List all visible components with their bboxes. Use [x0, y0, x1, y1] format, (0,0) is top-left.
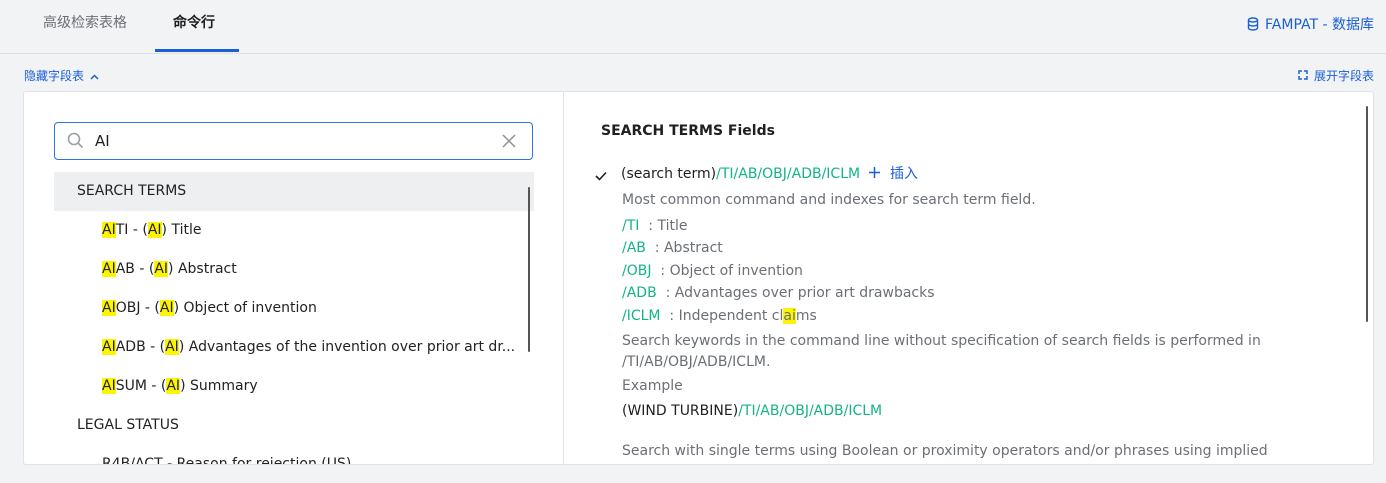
list-item[interactable]: AIOBJ - (AI) Object of invention	[54, 289, 534, 328]
field-description: ) Abstract	[168, 261, 237, 277]
tab-command-line[interactable]: 命令行	[173, 0, 215, 53]
field-definition: /OBJ : Object of invention	[622, 263, 803, 279]
field-list: SEARCH TERMS AITI - (AI) Title AIAB - (A…	[54, 172, 534, 464]
plus-icon	[868, 166, 880, 182]
field-description: ) Object of invention	[173, 300, 317, 316]
field-label: Independent cl	[678, 308, 784, 324]
field-search-input[interactable]	[95, 130, 485, 152]
database-icon	[1247, 17, 1259, 31]
insert-label: 插入	[890, 166, 918, 182]
field-code: /ADB	[622, 285, 657, 301]
separator: :	[645, 240, 664, 256]
list-item[interactable]: AIAB - (AI) Abstract	[54, 250, 534, 289]
list-item[interactable]: AIADB - (AI) Advantages of the invention…	[54, 328, 534, 367]
check-icon	[595, 166, 607, 185]
detail-scrollbar[interactable]	[1366, 106, 1368, 322]
field-detail: SEARCH TERMS Fields (search term)/TI/AB/…	[564, 92, 1373, 464]
detail-title: SEARCH TERMS Fields	[601, 123, 775, 139]
field-code: /AB	[622, 240, 646, 256]
search-icon	[67, 132, 84, 153]
list-scrollbar[interactable]	[528, 187, 530, 352]
match-highlight: ai	[783, 308, 796, 324]
field-label: ms	[795, 308, 817, 324]
detail-more: Search with single terms using Boolean o…	[622, 443, 1268, 459]
list-item[interactable]: AISUM - (AI) Summary	[54, 367, 534, 406]
database-selector[interactable]: FAMPAT - 数据库	[1247, 14, 1374, 34]
detail-intro: Most common command and indexes for sear…	[622, 192, 1036, 208]
field-label: Advantages over prior art drawbacks	[674, 285, 935, 301]
example-prefix: (WIND TURBINE)	[622, 403, 739, 419]
field-description: ) Advantages of the invention over prior…	[178, 339, 516, 355]
separator: :	[660, 308, 679, 324]
field-code: SUM - (	[115, 378, 167, 394]
example-fields: /TI/AB/OBJ/ADB/ICLM	[738, 403, 883, 419]
separator: :	[656, 285, 675, 301]
group-search-terms[interactable]: SEARCH TERMS	[54, 172, 534, 211]
hide-fields-toggle[interactable]: 隐藏字段表	[24, 67, 99, 84]
field-description: ) Summary	[180, 378, 258, 394]
example-command: (WIND TURBINE)/TI/AB/OBJ/ADB/ICLM	[622, 403, 882, 419]
field-definition: /ICLM : Independent claims	[622, 308, 817, 324]
field-definition: /ADB : Advantages over prior art drawbac…	[622, 285, 935, 301]
field-description: ) Title	[161, 222, 202, 238]
example-label: Example	[622, 378, 683, 394]
field-code: AB - (	[115, 261, 155, 277]
top-tab-bar: 高级检索表格 命令行 FAMPAT - 数据库	[0, 0, 1386, 54]
term-prefix: (search term)	[621, 166, 717, 182]
field-label: Title	[657, 218, 688, 234]
expand-fields-label: 展开字段表	[1313, 69, 1374, 83]
match-highlight: AI	[102, 222, 116, 238]
command-syntax: (search term)/TI/AB/OBJ/ADB/ICLM 插入	[621, 163, 918, 183]
clear-icon[interactable]	[502, 133, 516, 152]
match-highlight: AI	[165, 339, 179, 355]
group-legal-status[interactable]: LEGAL STATUS	[54, 406, 534, 445]
match-highlight: AI	[102, 300, 116, 316]
tab-advanced-search-form[interactable]: 高级检索表格	[43, 0, 127, 53]
field-code: /OBJ	[622, 263, 652, 279]
expand-fields-button[interactable]: 展开字段表	[1298, 67, 1374, 84]
field-label: Abstract	[663, 240, 723, 256]
field-label: Object of invention	[669, 263, 803, 279]
match-highlight: AI	[166, 378, 181, 394]
expand-icon	[1298, 69, 1308, 83]
field-search-box	[54, 122, 533, 160]
field-code: ADB - (	[115, 339, 166, 355]
field-code: /TI	[622, 218, 640, 234]
detail-note: Search keywords in the command line with…	[622, 333, 1261, 370]
separator: :	[651, 263, 670, 279]
match-highlight: AI	[102, 378, 116, 394]
list-item[interactable]: AITI - (AI) Title	[54, 211, 534, 250]
active-tab-indicator	[155, 49, 239, 52]
separator: :	[639, 218, 658, 234]
hide-fields-label: 隐藏字段表	[24, 69, 85, 83]
match-highlight: AI	[159, 300, 174, 316]
match-highlight: AI	[147, 222, 162, 238]
insert-button[interactable]: 插入	[868, 166, 918, 182]
match-highlight: AI	[102, 339, 116, 355]
match-highlight: AI	[154, 261, 169, 277]
match-highlight: AI	[102, 261, 116, 277]
field-table-panel: SEARCH TERMS AITI - (AI) Title AIAB - (A…	[23, 91, 1374, 465]
field-code: /ICLM	[622, 308, 661, 324]
field-code: TI - (	[115, 222, 148, 238]
list-item[interactable]: R4B/ACT - Reason for rejection (US)	[54, 445, 534, 464]
field-code: OBJ - (	[115, 300, 160, 316]
database-label: FAMPAT - 数据库	[1265, 17, 1374, 33]
chevron-up-icon	[90, 69, 99, 83]
term-fields: /TI/AB/OBJ/ADB/ICLM	[716, 166, 861, 182]
field-definition: /AB : Abstract	[622, 240, 723, 256]
field-definition: /TI : Title	[622, 218, 688, 234]
